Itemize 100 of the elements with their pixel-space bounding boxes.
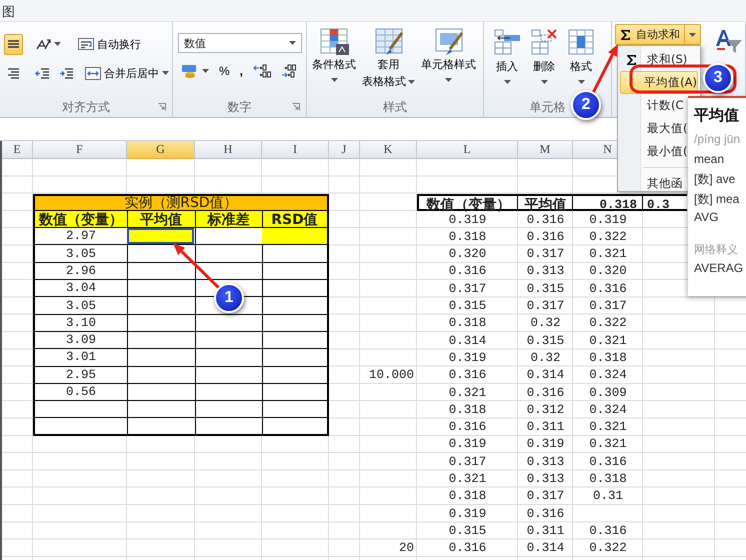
align-button[interactable]: [4, 34, 23, 54]
table-cell-text: 3.09: [64, 332, 97, 348]
table-cell-text: 0.313: [526, 470, 566, 488]
comma-button[interactable]: ,: [236, 62, 246, 80]
table-header-cell-text: 标准差: [206, 210, 250, 229]
column-header[interactable]: I: [262, 141, 329, 159]
annotation-arrow: [592, 44, 618, 94]
table-title: 实例（测RSD值）: [33, 194, 329, 211]
increase-decimal-icon: [253, 64, 272, 78]
caret-icon: [54, 42, 61, 46]
table-cell-text: 0.316: [588, 454, 628, 470]
table-cell-text: 0.321: [588, 436, 628, 454]
cell-command-button[interactable]: 格式: [566, 24, 596, 87]
table-cell-text: 0.316: [448, 419, 488, 436]
table-cell-text: 0.319: [448, 436, 488, 454]
tooltip-text: [数] mea: [694, 190, 740, 208]
table-cell-text: 0.316: [588, 522, 628, 540]
table-cell-text: 0.320: [588, 263, 628, 280]
style-button[interactable]: 单元格样式: [421, 24, 476, 85]
column-header[interactable]: M: [518, 141, 573, 159]
table-cell-text: 0.315: [448, 298, 488, 315]
table-cell-text: 0.313: [526, 454, 566, 470]
table-cell-text: 0.314: [526, 540, 566, 557]
number-format-dropdown[interactable]: 数值: [178, 33, 302, 53]
group-label: 单元格: [530, 98, 566, 116]
table-cell-text: 0.32: [529, 315, 562, 332]
caret-icon: [445, 78, 452, 82]
table-cell-text: 0.317: [588, 298, 628, 315]
tooltip-text: AVERAG: [694, 261, 744, 277]
text-angle-icon: [35, 37, 51, 51]
table-cell-text: 0.316: [526, 212, 566, 228]
table-header-cell-text: 数值（变量）: [425, 196, 512, 214]
currency-icon: [181, 64, 199, 78]
cell-brush-icon: [434, 27, 464, 55]
annotation-arrow: [173, 243, 220, 290]
table-cell-text: 0.315: [526, 280, 566, 298]
dialog-launcher-icon: [158, 103, 166, 111]
table-cell-text: 0.56: [64, 384, 97, 400]
tooltip-text: mean: [694, 152, 726, 168]
caret-icon: [289, 41, 296, 45]
caret-icon: [330, 78, 338, 82]
table-cell-text: 0.321: [448, 384, 488, 402]
table-cell-text: 3.05: [64, 298, 97, 314]
table-header-cell-text: 平均值: [139, 210, 183, 229]
table-header-cell-text: 数值（变量）: [38, 210, 124, 229]
table-brush-icon: [374, 27, 404, 55]
column-header[interactable]: L: [417, 141, 518, 159]
table-cell-text: 0.321: [588, 332, 628, 350]
table-cell-text: 0.316: [448, 540, 488, 557]
autosum-button[interactable]: 自动求和: [615, 24, 701, 45]
table-cell-text: 0.317: [448, 280, 488, 298]
indent-decrease-icon: [35, 66, 50, 80]
table-cell-text: 10.000: [368, 367, 415, 384]
caret-icon: [578, 80, 584, 84]
table-cell-text: 0.319: [448, 212, 488, 228]
cell-command-button[interactable]: 删除: [529, 24, 559, 87]
table-cell-text: 0.311: [526, 419, 566, 436]
column-header[interactable]: H: [195, 141, 262, 159]
tooltip-text: AVG: [694, 210, 720, 226]
table-cell-text: 0.319: [448, 350, 488, 367]
menu-item[interactable]: 求和(S): [620, 48, 698, 71]
table-cell-text: 0.309: [588, 384, 628, 402]
selected-cell[interactable]: [127, 228, 194, 244]
column-header[interactable]: J: [329, 141, 360, 159]
table-cell-text: 0.320: [448, 246, 488, 263]
caret-icon: [162, 71, 169, 75]
cell-command-button[interactable]: 插入: [492, 24, 522, 87]
percent-button[interactable]: %: [216, 62, 233, 80]
table-header-cell-text: RSD值: [270, 210, 319, 229]
group-label: 样式: [383, 98, 407, 116]
insert-cells-icon: [492, 27, 522, 57]
tooltip-headword: 平均值: [694, 106, 740, 126]
tooltip-pinyin: /píng jūn: [694, 132, 742, 148]
caret-icon: [689, 32, 696, 36]
style-button[interactable]: 条件格式: [312, 24, 356, 85]
table-cell-text: 3.10: [64, 314, 97, 331]
delete-cells-icon: [529, 27, 559, 57]
table-cell-text: 0.316: [448, 367, 488, 384]
column-header[interactable]: F: [33, 141, 127, 159]
caret-icon: [408, 80, 415, 84]
conditional-format-icon: [319, 27, 349, 55]
style-button[interactable]: 套用 表格格式: [362, 24, 415, 92]
wrap-text-button[interactable]: 自动换行: [75, 34, 144, 54]
table-cell-text: 0.317: [448, 454, 488, 470]
table-cell-text: 0.317: [526, 488, 566, 505]
column-header[interactable]: K: [360, 141, 417, 159]
column-header[interactable]: E: [2, 141, 33, 159]
table-cell-text: 0.316: [526, 384, 566, 402]
caret-icon: [540, 80, 548, 84]
table-header-cell-text: 0.318: [598, 196, 638, 214]
sigma-icon: [626, 54, 636, 66]
merge-center-button[interactable]: 合并后居中: [82, 64, 172, 82]
table-cell-text: 0.313: [526, 263, 566, 280]
table-cell-text: 0.317: [526, 298, 566, 315]
ribbon-tab[interactable]: 图: [0, 0, 15, 21]
table-cell-text: 0.324: [588, 367, 628, 384]
dialog-launcher-icon: [292, 103, 300, 111]
table-header-cell-text: 0.3: [646, 196, 671, 214]
column-header[interactable]: G: [127, 141, 195, 159]
table-cell-text: 3.01: [64, 349, 97, 366]
